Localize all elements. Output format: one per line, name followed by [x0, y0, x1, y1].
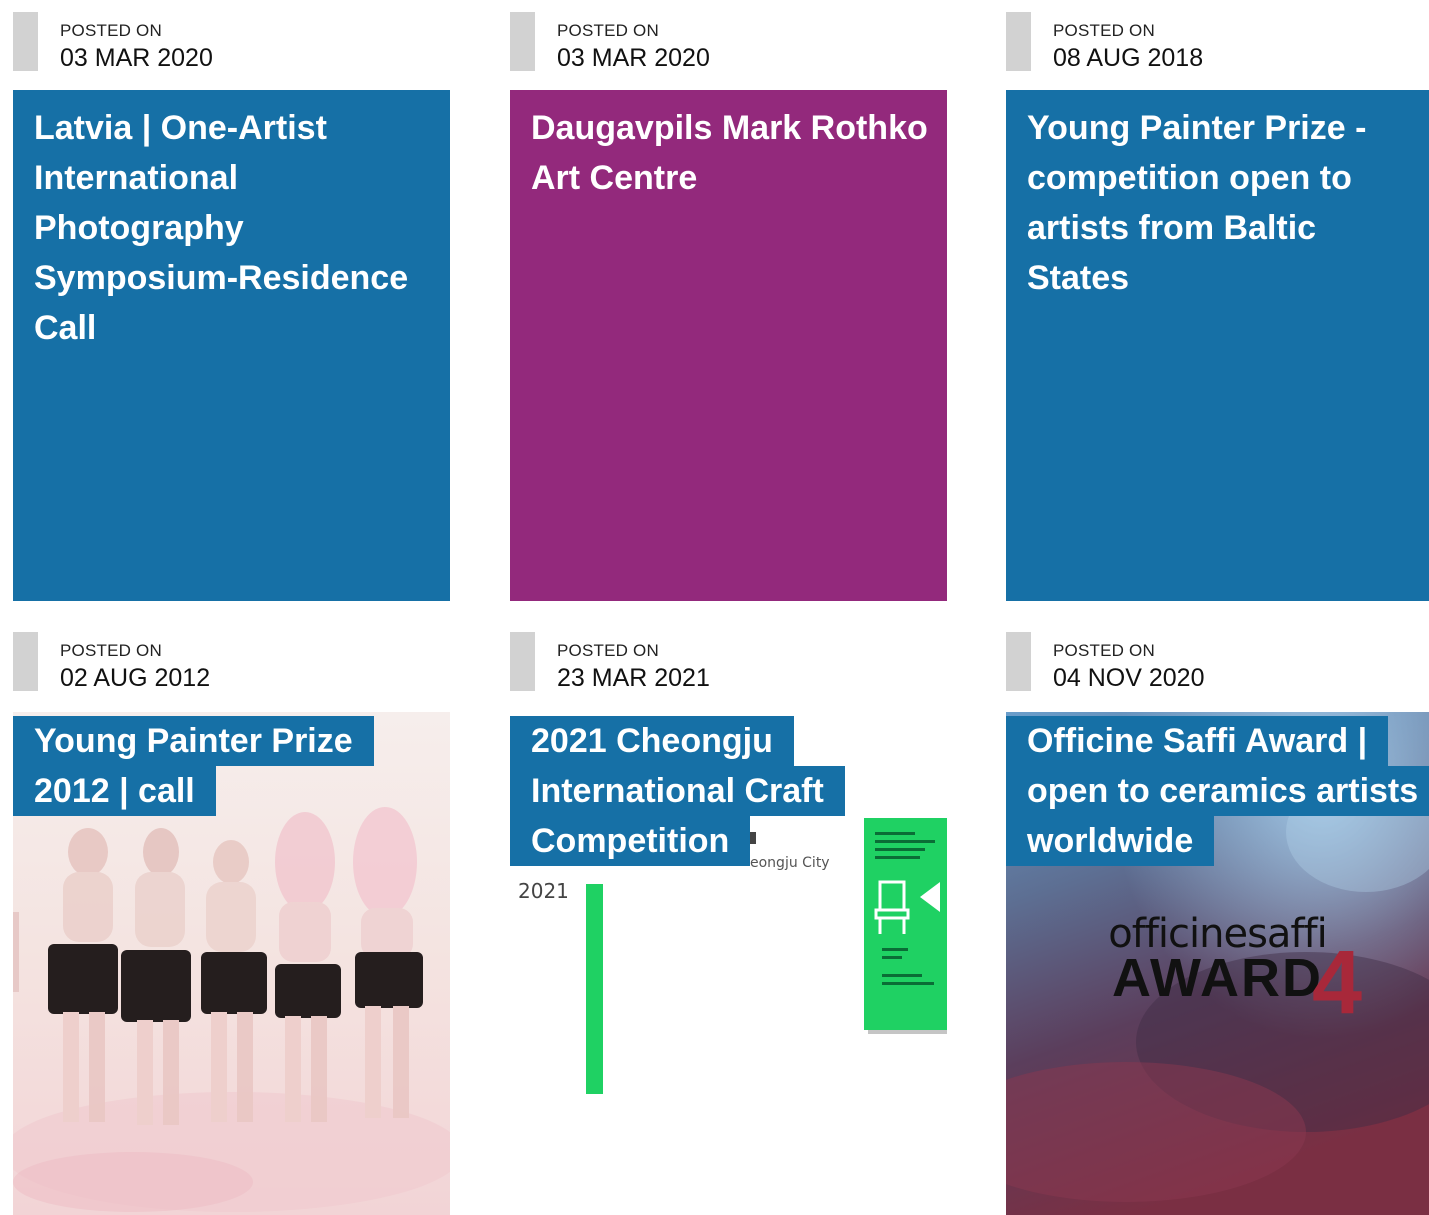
post-date: 02 AUG 2012	[60, 664, 211, 692]
post-meta: POSTED ON 04 NOV 2020	[1006, 632, 1429, 692]
date-bar	[510, 12, 535, 71]
date-bar	[1006, 632, 1031, 691]
post-title-line[interactable]: 2021 Cheongju	[510, 716, 794, 766]
posted-on-label: POSTED ON	[557, 641, 659, 660]
posted-on-label: POSTED ON	[60, 21, 162, 40]
post-date: 23 MAR 2021	[557, 664, 710, 692]
post-title-line[interactable]: 2012 | call	[13, 766, 216, 816]
post-date: 03 MAR 2020	[60, 44, 213, 72]
post-card: POSTED ON 04 NOV 2020 officinesaffi AWAR…	[1006, 632, 1429, 1215]
date-bar	[510, 632, 535, 691]
post-link-card[interactable]: Daugavpils Mark Rothko Art Centre	[510, 90, 947, 601]
post-title[interactable]: Officine Saffi Award | open to ceramics …	[1006, 716, 1429, 866]
post-title[interactable]: Latvia | One-Artist International Photog…	[34, 103, 432, 353]
date-bar	[1006, 12, 1031, 71]
posted-on-label: POSTED ON	[1053, 641, 1155, 660]
award-logo: officinesaffi AWARD	[1108, 911, 1327, 1008]
post-meta: POSTED ON 03 MAR 2020	[510, 12, 947, 72]
post-card: POSTED ON 08 AUG 2018 Young Painter Priz…	[1006, 12, 1429, 601]
post-card: POSTED ON 03 MAR 2020 Daugavpils Mark Ro…	[510, 12, 947, 601]
post-link-card[interactable]: Young Painter Prize - competition open t…	[1006, 90, 1429, 601]
post-title[interactable]: Young Painter Prize - competition open t…	[1027, 103, 1411, 303]
post-link-card[interactable]: Young Painter Prize 2012 | call	[13, 712, 450, 1215]
post-card: POSTED ON 03 MAR 2020 Latvia | One-Artis…	[13, 12, 450, 601]
post-card: POSTED ON 23 MAR 2021 eongju City 2021 2…	[510, 632, 947, 1215]
post-title-line[interactable]: open to ceramics artists	[1006, 766, 1429, 816]
post-title[interactable]: Daugavpils Mark Rothko Art Centre	[531, 103, 929, 203]
post-card: POSTED ON 02 AUG 2012 Young Painter Priz…	[13, 632, 450, 1215]
post-date: 04 NOV 2020	[1053, 664, 1205, 692]
award-number: 4	[1312, 933, 1363, 1033]
post-title[interactable]: 2021 Cheongju International Craft Compet…	[510, 716, 845, 866]
post-link-card[interactable]: eongju City 2021 2021 Cheongju Internati…	[510, 712, 947, 1215]
post-title-line[interactable]: worldwide	[1006, 816, 1215, 866]
post-title-line[interactable]: Young Painter Prize	[13, 716, 374, 766]
post-meta: POSTED ON 02 AUG 2012	[13, 632, 450, 692]
post-link-card[interactable]: Latvia | One-Artist International Photog…	[13, 90, 450, 601]
posted-on-label: POSTED ON	[1053, 21, 1155, 40]
post-meta: POSTED ON 03 MAR 2020	[13, 12, 450, 72]
posted-on-label: POSTED ON	[557, 21, 659, 40]
posted-on-label: POSTED ON	[60, 641, 162, 660]
date-bar	[13, 632, 38, 691]
poster-year: 2021	[518, 879, 569, 903]
post-title-line[interactable]: International Craft	[510, 766, 845, 816]
post-title-line[interactable]: Competition	[510, 816, 751, 866]
post-link-card[interactable]: officinesaffi AWARD 4 Officine Saffi Awa…	[1006, 712, 1429, 1215]
post-date: 08 AUG 2018	[1053, 44, 1204, 72]
date-bar	[13, 12, 38, 71]
post-title[interactable]: Young Painter Prize 2012 | call	[13, 716, 374, 816]
post-meta: POSTED ON 08 AUG 2018	[1006, 12, 1429, 72]
post-title-line[interactable]: Officine Saffi Award |	[1006, 716, 1389, 766]
post-date: 03 MAR 2020	[557, 44, 710, 72]
post-meta: POSTED ON 23 MAR 2021	[510, 632, 947, 692]
